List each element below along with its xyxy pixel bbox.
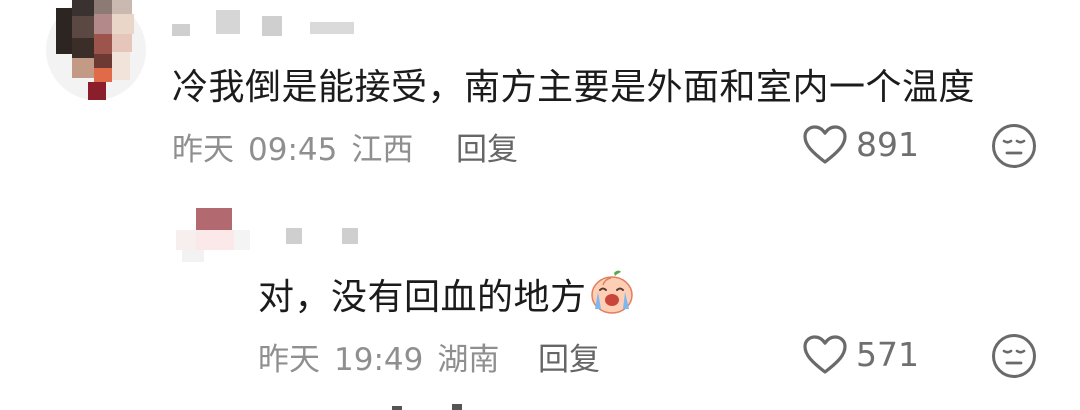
- heart-icon[interactable]: [802, 124, 848, 166]
- comment-time: 09:45: [248, 132, 338, 168]
- next-comment-fragment: [392, 404, 472, 410]
- avatar[interactable]: [176, 208, 252, 264]
- comment-text: 冷我倒是能接受，南方主要是外面和室内一个温度: [172, 67, 976, 108]
- comment-location: 湖南: [437, 342, 500, 378]
- comment-text: 对，没有回血的地方: [258, 268, 635, 324]
- like-count: 891: [856, 125, 919, 164]
- comment-time: 19:49: [334, 342, 424, 378]
- comment-location: 江西: [351, 132, 414, 168]
- comment-text-content: 对，没有回血的地方: [258, 277, 587, 318]
- comment-date: 昨天: [172, 132, 234, 168]
- username[interactable]: [286, 228, 366, 248]
- avatar[interactable]: [46, 0, 146, 100]
- like-count: 571: [856, 335, 919, 374]
- comment-meta: 昨天 19:49 湖南: [258, 334, 499, 379]
- reply-button[interactable]: 回复: [538, 334, 600, 379]
- comment-date: 昨天: [258, 342, 320, 378]
- heart-icon[interactable]: [802, 334, 848, 376]
- comment-meta: 昨天 09:45 江西: [172, 124, 413, 169]
- meh-face-icon[interactable]: [990, 332, 1038, 380]
- meh-face-icon[interactable]: [990, 122, 1038, 170]
- crying-peach-emoji: [589, 269, 635, 324]
- reply-button[interactable]: 回复: [456, 124, 518, 169]
- username[interactable]: [172, 8, 362, 38]
